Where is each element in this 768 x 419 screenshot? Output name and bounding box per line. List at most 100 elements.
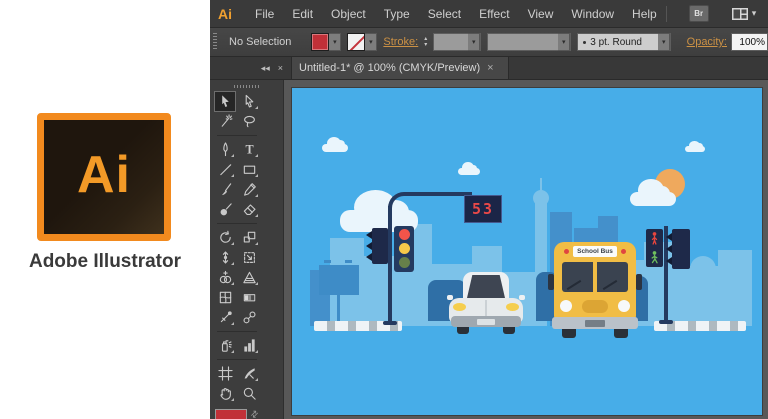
dropdown-arrow-icon[interactable]: ▾ bbox=[658, 33, 670, 51]
stroke-color-control[interactable]: ▾ bbox=[347, 33, 377, 51]
app-icon: Ai bbox=[218, 6, 232, 22]
pen-tool[interactable] bbox=[215, 140, 235, 159]
collapse-panel-icon[interactable]: ◂◂ bbox=[261, 63, 270, 74]
car bbox=[449, 272, 523, 335]
stroke-color-swatch-none[interactable] bbox=[347, 33, 365, 51]
opacity-label-link[interactable]: Opacity: bbox=[687, 36, 727, 48]
direct-selection-tool[interactable] bbox=[239, 92, 259, 111]
eraser-tool[interactable] bbox=[239, 200, 259, 219]
signal-arm bbox=[388, 192, 472, 210]
document-tab[interactable]: Untitled-1* @ 100% (CMYK/Preview) × bbox=[292, 57, 509, 79]
toolbox-fill-swatch[interactable] bbox=[215, 409, 247, 419]
brush-definition-dropdown[interactable]: 3 pt. Round ▾ bbox=[577, 33, 671, 51]
paintbrush-tool[interactable] bbox=[215, 180, 235, 199]
cloud bbox=[630, 192, 676, 206]
stroke-weight-dropdown[interactable]: ▾ bbox=[433, 33, 481, 51]
bus-grille bbox=[582, 300, 608, 313]
width-tool[interactable] bbox=[215, 248, 235, 267]
bridge-button[interactable]: Br bbox=[689, 5, 709, 22]
type-tool[interactable]: T bbox=[239, 140, 259, 159]
menu-view[interactable]: View bbox=[519, 7, 563, 21]
bus-sign: School Bus bbox=[573, 246, 617, 257]
adobe-illustrator-logo: Ai bbox=[37, 113, 171, 241]
menu-bar-right: Br ▾ bbox=[666, 5, 768, 22]
menu-window[interactable]: Window bbox=[562, 7, 623, 21]
tab-close-icon[interactable]: × bbox=[487, 62, 493, 74]
tools-separator bbox=[217, 135, 257, 136]
canvas-pasteboard[interactable]: 53 bbox=[284, 80, 768, 419]
menu-object[interactable]: Object bbox=[322, 7, 375, 21]
countdown-sign: 53 bbox=[464, 195, 502, 223]
panel-grip-icon bbox=[213, 33, 217, 51]
workspace-grid-icon bbox=[731, 7, 749, 21]
lasso-tool[interactable] bbox=[239, 112, 259, 131]
variable-width-profile-dropdown[interactable]: ▾ bbox=[487, 33, 571, 51]
billboard-lamp bbox=[324, 260, 331, 263]
rectangle-tool[interactable] bbox=[239, 160, 259, 179]
ped-signal-base bbox=[659, 320, 673, 324]
menu-effect[interactable]: Effect bbox=[470, 7, 518, 21]
menu-bar: Ai FileEditObjectTypeSelectEffectViewWin… bbox=[210, 0, 768, 28]
selection-tool[interactable] bbox=[215, 92, 235, 111]
car-windshield bbox=[467, 275, 505, 298]
line-segment-tool[interactable] bbox=[215, 160, 235, 179]
document-tab-title: Untitled-1* @ 100% (CMYK/Preview) bbox=[299, 62, 480, 74]
bus-headlight bbox=[618, 300, 630, 312]
gradient-tool[interactable] bbox=[239, 288, 259, 307]
car-license-plate bbox=[477, 319, 495, 325]
symbol-sprayer-tool[interactable] bbox=[215, 336, 235, 355]
blob-brush-tool[interactable] bbox=[215, 200, 235, 219]
close-panel-icon[interactable]: × bbox=[278, 63, 283, 73]
bus-marker-light bbox=[621, 249, 626, 254]
brand-caption: Adobe Illustrator bbox=[0, 251, 210, 273]
dropdown-arrow-icon[interactable]: ▾ bbox=[329, 33, 341, 51]
signal-pole bbox=[388, 206, 392, 325]
fill-color-control[interactable]: ▾ bbox=[311, 33, 341, 51]
menu-select[interactable]: Select bbox=[419, 7, 470, 21]
dropdown-arrow-icon[interactable]: ▾ bbox=[468, 33, 480, 51]
fill-color-swatch[interactable] bbox=[311, 33, 329, 51]
menu-items: FileEditObjectTypeSelectEffectViewWindow… bbox=[246, 7, 666, 21]
menu-file[interactable]: File bbox=[246, 7, 283, 21]
eyedropper-tool[interactable] bbox=[215, 308, 235, 327]
pedestrian-signal bbox=[646, 229, 663, 267]
countdown-value: 53 bbox=[472, 200, 494, 218]
blend-tool[interactable] bbox=[239, 308, 259, 327]
green-light bbox=[399, 257, 410, 268]
menu-help[interactable]: Help bbox=[623, 7, 666, 21]
car-headlight bbox=[453, 303, 466, 311]
car-headlight bbox=[506, 303, 519, 311]
column-graph-tool[interactable] bbox=[239, 336, 259, 355]
perspective-grid-tool[interactable] bbox=[239, 268, 259, 287]
stroke-weight-stepper[interactable]: ▴ ▾ bbox=[424, 36, 427, 48]
menu-edit[interactable]: Edit bbox=[283, 7, 322, 21]
tree-trunk bbox=[701, 278, 705, 322]
workspace-switcher[interactable]: ▾ bbox=[731, 7, 757, 21]
artboard-tool[interactable] bbox=[215, 364, 235, 383]
rotate-tool[interactable] bbox=[215, 228, 235, 247]
yellow-light bbox=[399, 243, 410, 254]
red-standing-person-icon bbox=[649, 231, 660, 246]
magic-wand-tool[interactable] bbox=[215, 112, 235, 131]
opacity-field[interactable]: 100% bbox=[731, 33, 768, 51]
swap-fill-stroke-icon[interactable]: ⇄ bbox=[248, 408, 261, 419]
scale-tool[interactable] bbox=[239, 228, 259, 247]
shape-builder-tool[interactable] bbox=[215, 268, 235, 287]
tools-separator bbox=[217, 331, 257, 332]
selection-status: No Selection bbox=[229, 36, 291, 48]
mesh-tool[interactable] bbox=[215, 288, 235, 307]
free-transform-tool[interactable] bbox=[239, 248, 259, 267]
menu-type[interactable]: Type bbox=[375, 7, 419, 21]
stroke-label-link[interactable]: Stroke: bbox=[383, 36, 418, 48]
dropdown-arrow-icon[interactable]: ▾ bbox=[365, 33, 377, 51]
stepper-down-icon[interactable]: ▾ bbox=[424, 42, 427, 48]
artboard[interactable]: 53 bbox=[292, 88, 762, 415]
zoom-tool[interactable] bbox=[239, 384, 259, 403]
hand-tool[interactable] bbox=[215, 384, 235, 403]
tools-grid: T bbox=[210, 92, 283, 403]
slice-tool[interactable] bbox=[239, 364, 259, 383]
pencil-tool[interactable] bbox=[239, 180, 259, 199]
car-mirror bbox=[519, 295, 525, 300]
dropdown-arrow-icon[interactable]: ▾ bbox=[558, 33, 570, 51]
menu-separator bbox=[666, 6, 667, 22]
